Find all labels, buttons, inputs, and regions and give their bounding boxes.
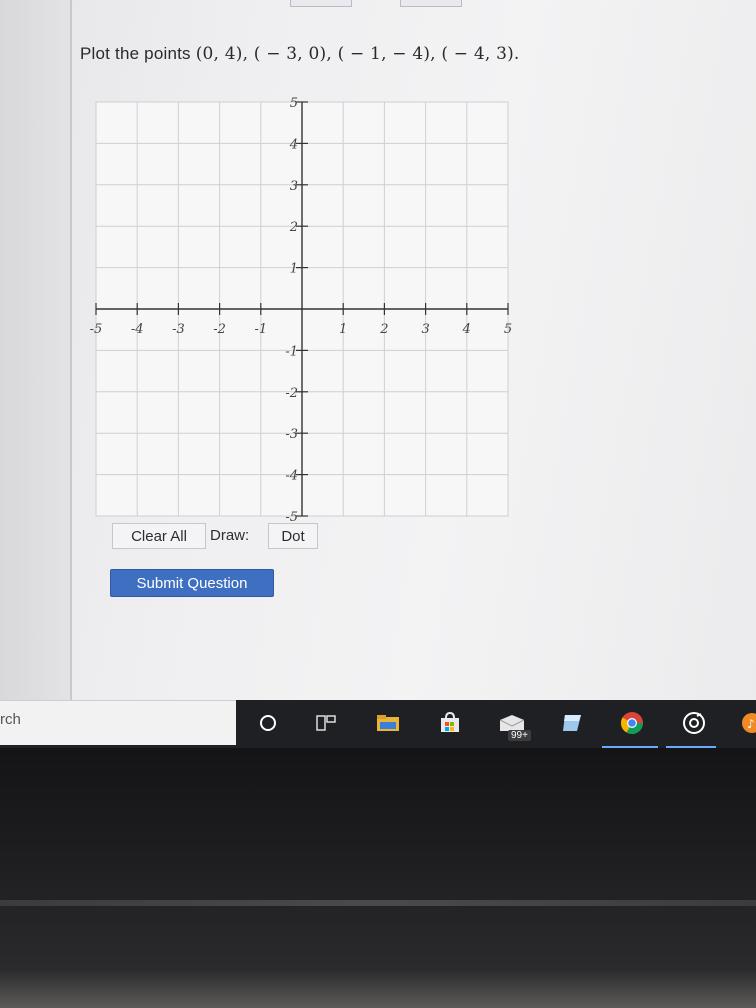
y-tick-label: 2 [289,220,298,235]
top-tab-b[interactable] [400,0,462,7]
submit-question-button[interactable]: Submit Question [110,569,274,597]
x-tick-label: 1 [339,322,347,337]
y-tick-label: -5 [285,510,298,524]
top-tab-a[interactable] [290,0,352,7]
chrome-icon[interactable] [618,710,646,736]
left-sidebar-strip [0,0,72,700]
coordinate-graph[interactable]: -5 -4 -3 -2 -1 1 2 3 4 5 5 4 3 2 1 -1 -2 -3 -4 -5 [84,94,520,524]
app-icon[interactable] [558,710,586,736]
x-tick-label: -3 [172,322,185,337]
draw-label: Draw: [210,527,250,544]
laptop-bezel [0,748,756,1008]
clear-all-button[interactable]: Clear All [112,523,206,549]
x-tick-label: -2 [213,322,226,337]
y-tick-label: -4 [285,469,298,484]
store-icon[interactable] [436,710,464,736]
x-tick-label: -4 [131,322,144,337]
taskbar-search-box[interactable]: rch [0,700,236,745]
x-tick-label: -5 [90,322,103,337]
svg-text:♪: ♪ [747,717,755,731]
cortana-circle-icon[interactable] [254,710,282,736]
mail-badge: 99+ [508,730,531,741]
question-prefix: Plot the points [80,44,191,63]
music-icon[interactable]: ♪ [736,710,756,736]
dot-tool-button[interactable]: Dot [268,523,318,549]
y-tick-label: -1 [285,344,298,359]
search-text: rch [0,711,21,728]
x-tick-label: 4 [462,322,471,337]
screen: Plot the points (0, 4), ( − 3, 0), ( − 1… [0,0,756,748]
task-view-icon[interactable] [312,710,340,736]
file-explorer-icon[interactable] [374,710,402,736]
y-tick-label: 5 [290,96,298,111]
y-tick-label: -2 [285,386,298,401]
question-points: (0, 4), ( − 3, 0), ( − 1, − 4), ( − 4, 3… [195,44,520,64]
media-icon[interactable] [680,710,708,736]
y-tick-label: 3 [290,179,298,194]
laptop-hinge [0,900,756,906]
x-tick-label: 5 [504,322,512,337]
graph-svg[interactable]: -5 -4 -3 -2 -1 1 2 3 4 5 5 4 3 2 1 -1 -2 -3 -4 -5 [84,94,520,524]
x-tick-label: 3 [421,322,429,337]
x-tick-label: 2 [379,322,388,337]
question-text: Plot the points (0, 4), ( − 3, 0), ( − 1… [80,44,520,64]
y-tick-label: 1 [290,262,298,277]
y-tick-label: -3 [285,427,298,442]
x-tick-label: -1 [254,322,267,337]
y-tick-label: 4 [289,137,298,152]
